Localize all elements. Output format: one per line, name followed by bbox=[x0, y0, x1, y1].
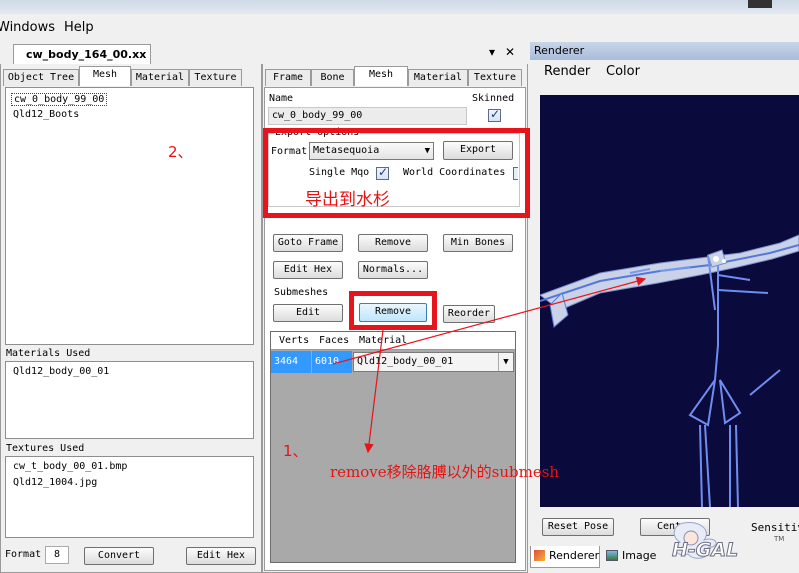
list-item[interactable]: Qld12_body_00_01 bbox=[13, 366, 109, 377]
export-highlight-box bbox=[263, 128, 530, 218]
pin-icon[interactable]: ▾ bbox=[489, 45, 495, 59]
skinned-label: Skinned bbox=[472, 93, 515, 104]
tab-material[interactable]: Material bbox=[131, 69, 189, 86]
name-field[interactable]: cw_0_body_99_00 bbox=[268, 107, 467, 125]
title-strip bbox=[0, 0, 799, 14]
format-label: Format bbox=[5, 549, 42, 560]
cell-verts[interactable]: 3464 bbox=[271, 351, 311, 373]
image-icon bbox=[606, 550, 618, 561]
tab-image[interactable]: Image bbox=[602, 546, 662, 568]
tab-renderer[interactable]: Renderer bbox=[530, 546, 600, 568]
chevron-down-icon[interactable]: ▼ bbox=[498, 353, 513, 371]
window-control[interactable] bbox=[748, 0, 772, 8]
convert-button[interactable]: Convert bbox=[84, 547, 154, 565]
tab-image-label: Image bbox=[622, 549, 657, 562]
list-item[interactable]: cw_0_body_99_00 bbox=[11, 93, 108, 106]
renderer-menu-render[interactable]: Render bbox=[544, 64, 590, 79]
submesh-edit-button[interactable]: Edit bbox=[273, 304, 343, 322]
tab-frame[interactable]: Frame bbox=[265, 69, 311, 86]
mesh-list[interactable]: cw_0_body_99_00 Qld12_Boots bbox=[5, 87, 254, 345]
doc-tab[interactable]: cw_body_164_00.xx bbox=[13, 44, 151, 65]
menu-windows[interactable]: Windows bbox=[0, 20, 55, 35]
renderer-viewport[interactable] bbox=[540, 95, 799, 507]
sensitivity-label: Sensitiv bbox=[751, 521, 799, 534]
renderer-icon bbox=[534, 550, 545, 561]
grid-header-material: Material bbox=[359, 335, 408, 346]
format-field[interactable]: 8 bbox=[45, 546, 69, 564]
menu-help[interactable]: Help bbox=[64, 20, 94, 35]
table-row[interactable]: 3464 6010 Qld12_body_00_01 ▼ bbox=[271, 351, 515, 373]
remove-mesh-button[interactable]: Remove bbox=[358, 234, 428, 252]
watermark-logo: H-GAL bbox=[671, 539, 739, 562]
left-tab-bar: Object Tree Mesh Material Texture bbox=[3, 66, 259, 87]
reorder-button[interactable]: Reorder bbox=[443, 305, 495, 323]
grid-header-faces: Faces bbox=[319, 335, 350, 346]
renderer-menu-color[interactable]: Color bbox=[606, 64, 640, 79]
tab-texture[interactable]: Texture bbox=[468, 69, 522, 86]
textures-used-label: Textures Used bbox=[6, 443, 85, 454]
tab-texture[interactable]: Texture bbox=[189, 69, 242, 86]
tab-mesh[interactable]: Mesh bbox=[354, 66, 408, 86]
edit-hex-button[interactable]: Edit Hex bbox=[273, 261, 343, 279]
textures-list[interactable]: cw_t_body_00_01.bmp Qld12_1004.jpg bbox=[5, 456, 254, 538]
close-icon[interactable]: ✕ bbox=[505, 45, 515, 59]
remove-note-annotation: remove移除胳膊以外的submesh bbox=[330, 463, 560, 481]
tab-object-tree[interactable]: Object Tree bbox=[3, 69, 79, 86]
cell-material-dropdown[interactable]: Qld12_body_00_01 ▼ bbox=[353, 352, 514, 372]
grid-header-verts: Verts bbox=[279, 335, 310, 346]
edit-hex-button[interactable]: Edit Hex bbox=[186, 547, 256, 565]
export-note-annotation: 导出到水杉 bbox=[305, 190, 390, 210]
name-label: Name bbox=[269, 93, 294, 104]
materials-used-label: Materials Used bbox=[6, 348, 91, 359]
tab-bone[interactable]: Bone bbox=[311, 69, 354, 86]
skinned-checkbox[interactable] bbox=[488, 107, 501, 122]
tab-renderer-label: Renderer bbox=[549, 549, 600, 562]
list-item[interactable]: Qld12_1004.jpg bbox=[13, 477, 97, 488]
tab-material[interactable]: Material bbox=[408, 69, 468, 86]
grid-header: Verts Faces Material bbox=[271, 332, 515, 350]
list-item[interactable]: cw_t_body_00_01.bmp bbox=[13, 461, 127, 472]
goto-frame-button[interactable]: Goto Frame bbox=[273, 234, 343, 252]
list-item[interactable]: Qld12_Boots bbox=[13, 109, 79, 120]
watermark-tm: TM bbox=[774, 535, 785, 543]
min-bones-button[interactable]: Min Bones bbox=[443, 234, 513, 252]
remove-highlight-box bbox=[349, 291, 437, 330]
renderer-title: Renderer bbox=[530, 42, 799, 60]
step-2-annotation: 2、 bbox=[168, 143, 193, 161]
materials-list[interactable]: Qld12_body_00_01 bbox=[5, 361, 254, 439]
reset-pose-button[interactable]: Reset Pose bbox=[542, 518, 614, 536]
cell-faces[interactable]: 6010 bbox=[312, 351, 352, 373]
submeshes-label: Submeshes bbox=[274, 287, 329, 298]
mid-tab-bar: Frame Bone Mesh Material Texture bbox=[265, 66, 525, 87]
step-1-annotation: 1、 bbox=[283, 442, 308, 460]
menu-bar: Windows Help bbox=[0, 14, 799, 40]
normals-button[interactable]: Normals... bbox=[358, 261, 428, 279]
cell-material-value: Qld12_body_00_01 bbox=[357, 356, 454, 367]
tab-mesh[interactable]: Mesh bbox=[79, 66, 131, 86]
